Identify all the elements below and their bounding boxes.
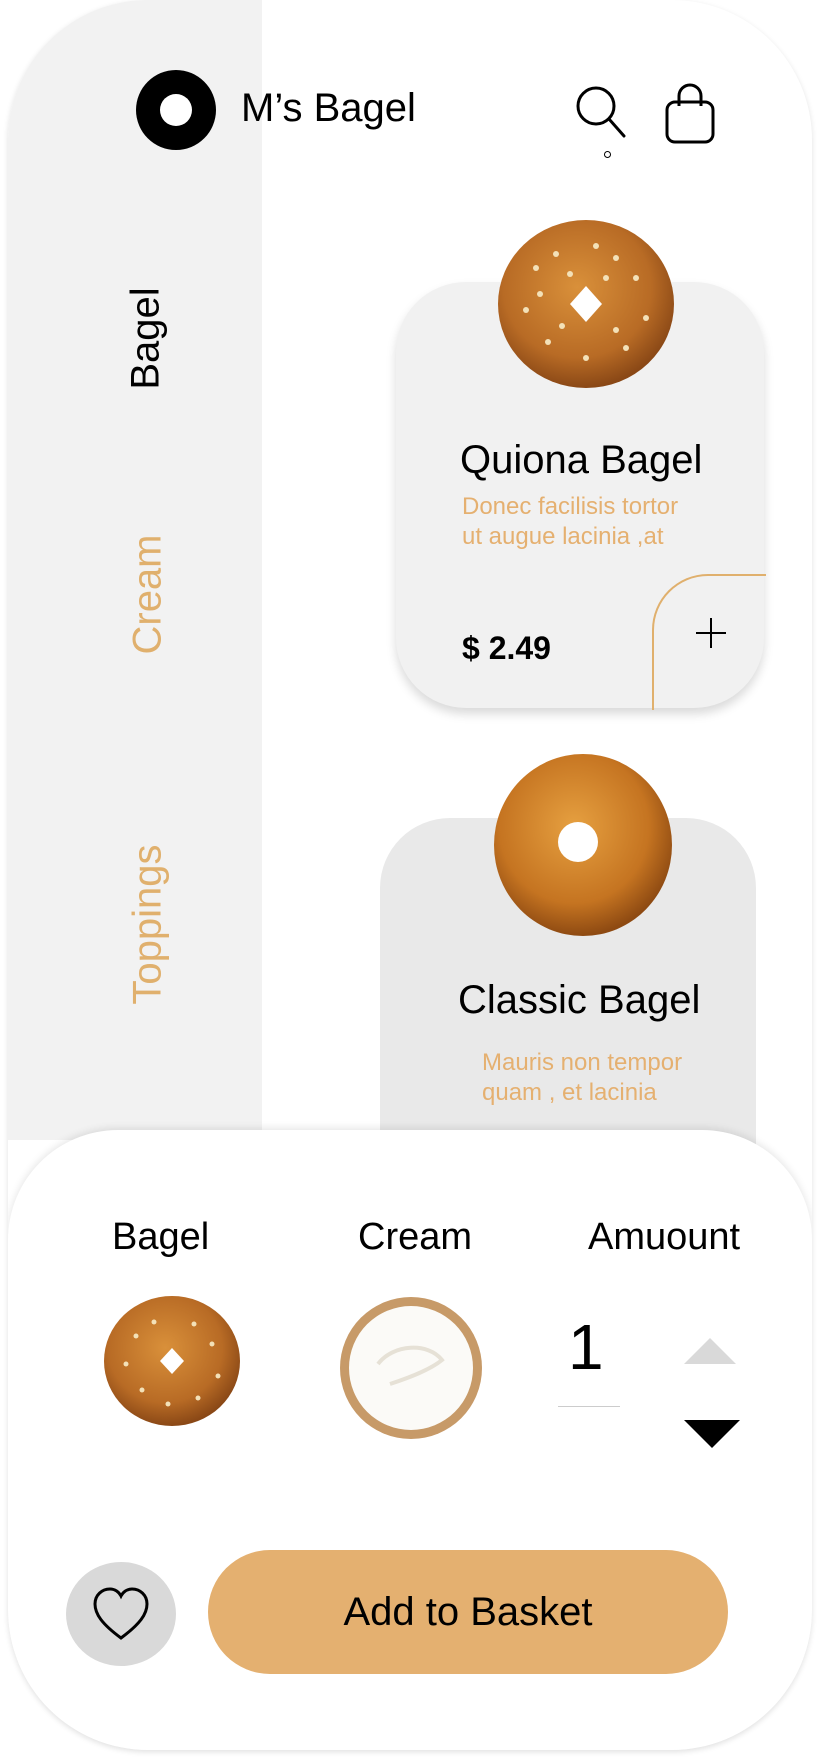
- amount-value[interactable]: 1: [568, 1310, 604, 1384]
- increase-amount-icon[interactable]: [684, 1338, 736, 1364]
- add-item-button[interactable]: [652, 574, 766, 710]
- selected-bagel-thumbnail[interactable]: [102, 1294, 242, 1428]
- category-tab-cream[interactable]: Cream: [126, 505, 171, 685]
- category-tab-bagel[interactable]: Bagel: [124, 269, 169, 409]
- product-price: $ 2.49: [462, 630, 551, 666]
- product-description-line: Mauris non tempor: [482, 1049, 683, 1076]
- cream-column-label: Cream: [358, 1216, 473, 1258]
- selected-cream-thumbnail[interactable]: [338, 1294, 484, 1442]
- decrease-amount-icon[interactable]: [684, 1420, 740, 1448]
- add-to-basket-button[interactable]: Add to Basket: [208, 1550, 728, 1674]
- search-icon[interactable]: [572, 82, 632, 146]
- brand-name: M’s Bagel: [241, 86, 416, 130]
- app-screen: M’s Bagel Bagel Cream Toppings Quiona Ba…: [8, 0, 812, 1750]
- product-description: Donec facilisis tortor ut augue lacinia …: [462, 492, 722, 552]
- search-indicator-dot: [604, 151, 611, 158]
- plus-icon: [696, 618, 726, 648]
- amount-column-label: Amuount: [588, 1216, 741, 1258]
- bagel-column-label: Bagel: [112, 1216, 210, 1258]
- category-tab-toppings[interactable]: Toppings: [126, 815, 171, 1035]
- product-title: Quiona Bagel: [460, 438, 703, 482]
- classic-bagel-image: [494, 754, 672, 936]
- shopping-bag-icon[interactable]: [660, 82, 720, 146]
- product-description-line: ut augue lacinia ,at: [462, 523, 664, 550]
- favorite-button[interactable]: [66, 1562, 176, 1666]
- product-title: Classic Bagel: [458, 978, 701, 1022]
- logo-icon: [136, 70, 216, 150]
- amount-underline: [558, 1406, 620, 1407]
- product-description-line: Donec facilisis tortor: [462, 493, 679, 520]
- customize-panel: Bagel Cream Amuount 1 Add to Basket: [8, 1130, 812, 1750]
- product-description-line: quam , et lacinia: [482, 1079, 657, 1106]
- sesame-bagel-image: [498, 220, 674, 388]
- product-description: Mauris non tempor quam , et lacinia: [482, 1048, 742, 1108]
- heart-icon: [93, 1587, 149, 1640]
